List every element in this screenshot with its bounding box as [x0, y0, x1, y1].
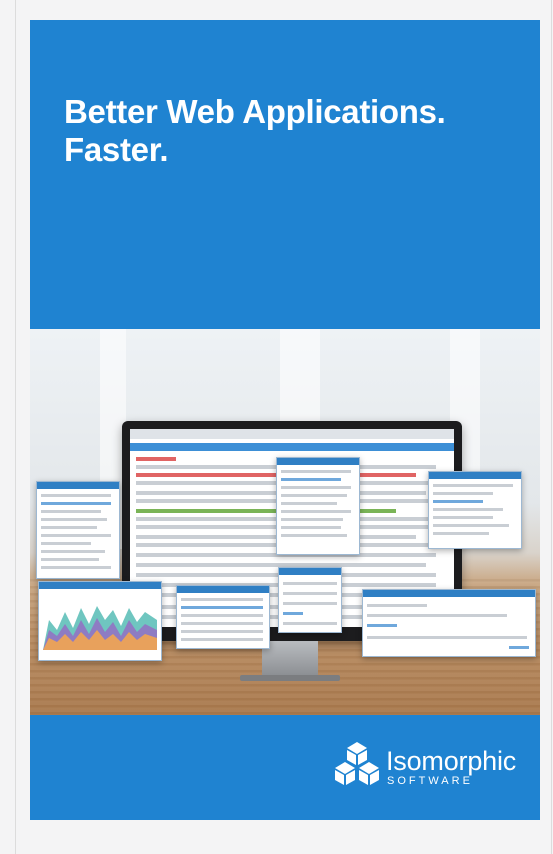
filter-window [362, 589, 536, 657]
product-photo [30, 329, 540, 715]
three-cube-cluster-icon [335, 742, 379, 785]
grid-window-left [36, 481, 120, 579]
headline-line-1: Better Web Applications. [64, 93, 446, 130]
ad-banner[interactable]: Better Web Applications. Faster. Isomorp… [30, 20, 540, 820]
calendar-window [278, 567, 342, 633]
brand-name: Isomorphic [386, 746, 517, 776]
dropdown-window [276, 457, 360, 555]
headline-line-2: Faster. [64, 131, 169, 168]
isomorphic-logo[interactable]: Isomorphic SOFTWARE [333, 738, 523, 798]
form-window-right [428, 471, 522, 549]
area-chart-window [38, 581, 162, 661]
list-window [176, 585, 270, 649]
headline: Better Web Applications. Faster. [64, 93, 446, 169]
brand-tagline: SOFTWARE [387, 775, 473, 787]
